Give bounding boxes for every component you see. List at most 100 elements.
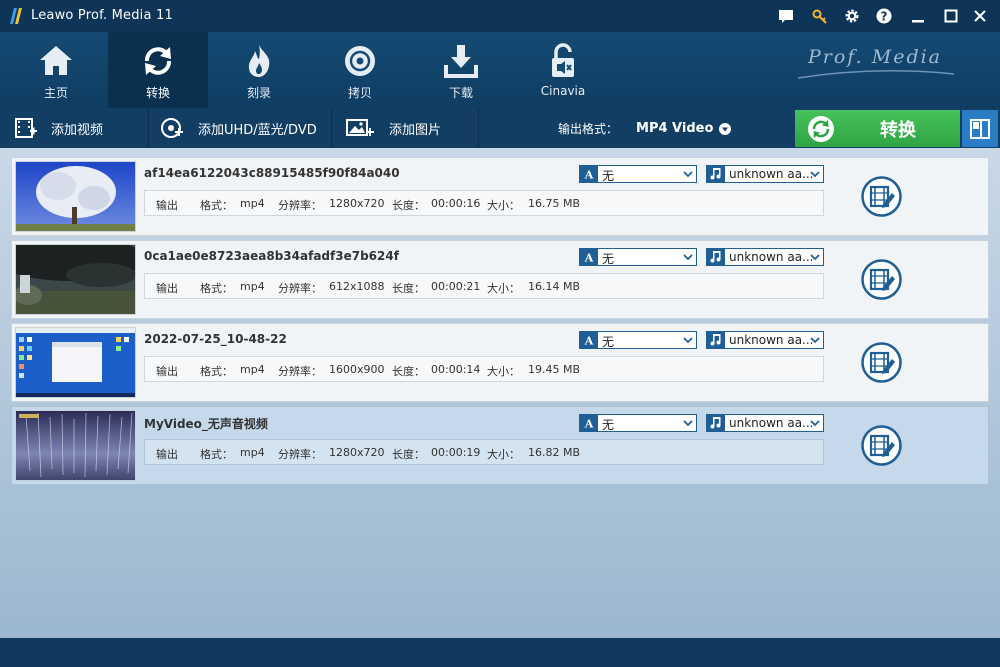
key-icon[interactable] <box>810 6 830 26</box>
add-uhd-label: 添加UHD/蓝光/DVD <box>198 122 317 138</box>
burn-icon <box>248 45 270 77</box>
format-label: 格式： <box>200 365 233 378</box>
subtitle-value: 无 <box>602 418 615 432</box>
subtitle-icon: A <box>580 415 598 431</box>
file-row[interactable]: 2022-07-25_10-48-22 A 无 unknown aa... 输出… <box>11 323 989 402</box>
format-label: 格式： <box>200 199 233 212</box>
nav-home[interactable]: 主页 <box>6 32 106 108</box>
video-thumbnail[interactable] <box>15 327 136 398</box>
audio-value: unknown aa... <box>729 167 814 181</box>
disc-copy-icon <box>345 46 375 76</box>
resolution-label: 分辨率： <box>278 199 322 212</box>
nav-copy[interactable]: 拷贝 <box>310 32 410 108</box>
file-name: af14ea6122043c88915485f90f84a040 <box>144 166 400 180</box>
minimize-icon[interactable] <box>908 6 928 26</box>
add-uhd-button[interactable]: 添加UHD/蓝光/DVD <box>160 108 317 148</box>
duration-label: 长度： <box>392 199 425 212</box>
chat-icon[interactable] <box>776 6 796 26</box>
subtitle-value: 无 <box>602 252 615 266</box>
output-format-selector[interactable]: 输出格式： MP4 Video <box>558 120 732 137</box>
output-label: 输出 <box>156 282 178 295</box>
format-value: mp4 <box>240 197 265 210</box>
audio-select[interactable]: unknown aa... <box>706 331 824 349</box>
nav-convert[interactable]: 转换 <box>108 32 208 108</box>
audio-select[interactable]: unknown aa... <box>706 248 824 266</box>
chevron-down-icon <box>810 337 820 344</box>
cinavia-icon <box>552 43 574 77</box>
app-title: Leawo Prof. Media 11 <box>31 8 173 23</box>
file-row[interactable]: MyVideo_无声音视频 A 无 unknown aa... 输出 格式： m… <box>11 406 989 485</box>
subtitle-select[interactable]: A 无 <box>579 165 697 183</box>
layout-toggle-button[interactable] <box>962 110 998 147</box>
nav-cinavia-label: Cinavia <box>540 84 586 98</box>
format-label: 格式： <box>200 282 233 295</box>
file-info: 输出 格式： mp4 分辨率： 612x1088 长度： 00:00:21 大小… <box>144 273 824 299</box>
nav-burn-label: 刻录 <box>246 86 271 100</box>
video-thumbnail[interactable] <box>15 161 136 232</box>
duration-label: 长度： <box>392 448 425 461</box>
subtitle-icon: A <box>580 249 598 265</box>
size-value: 19.45 MB <box>528 363 581 376</box>
convert-icon <box>145 47 171 75</box>
subtitle-value: 无 <box>602 169 615 183</box>
resolution-label: 分辨率： <box>278 448 322 461</box>
output-format-value: MP4 Video <box>636 121 714 136</box>
svg-text:A: A <box>584 169 594 181</box>
edit-video-icon[interactable] <box>861 342 902 383</box>
audio-value: unknown aa... <box>729 416 814 430</box>
subtitle-value: 无 <box>602 335 615 349</box>
subtitle-icon: A <box>580 166 598 182</box>
edit-video-icon[interactable] <box>861 425 902 466</box>
svg-text:A: A <box>584 252 594 264</box>
file-row[interactable]: af14ea6122043c88915485f90f84a040 A 无 unk… <box>11 157 989 236</box>
nav-download-label: 下载 <box>448 86 473 100</box>
convert-button-label: 转换 <box>880 119 916 141</box>
audio-value: unknown aa... <box>729 333 814 347</box>
chevron-down-icon <box>683 254 693 261</box>
edit-video-icon[interactable] <box>861 176 902 217</box>
format-value: mp4 <box>240 280 265 293</box>
chevron-down-icon <box>683 420 693 427</box>
music-note-icon <box>707 166 725 182</box>
video-thumbnail[interactable] <box>15 244 136 315</box>
nav-cinavia[interactable]: Cinavia <box>513 32 613 108</box>
format-label: 格式： <box>200 448 233 461</box>
resolution-value: 1280x720 <box>329 197 385 210</box>
audio-select[interactable]: unknown aa... <box>706 165 824 183</box>
gear-icon[interactable] <box>842 6 862 26</box>
video-thumbnail[interactable] <box>15 410 136 481</box>
svg-text:?: ? <box>881 10 888 24</box>
subtitle-select[interactable]: A 无 <box>579 331 697 349</box>
resolution-value: 612x1088 <box>329 280 385 293</box>
size-label: 大小： <box>487 365 520 378</box>
add-image-icon <box>346 119 374 136</box>
subtitle-select[interactable]: A 无 <box>579 248 697 266</box>
file-row[interactable]: 0ca1ae0e8723aea8b34afadf3e7b624f A 无 unk… <box>11 240 989 319</box>
toolbar-divider <box>148 108 149 148</box>
nav-download[interactable]: 下载 <box>411 32 511 108</box>
add-video-button[interactable]: 添加视频 <box>15 108 103 148</box>
duration-value: 00:00:19 <box>431 446 481 459</box>
add-image-button[interactable]: 添加图片 <box>346 108 441 148</box>
size-value: 16.75 MB <box>528 197 581 210</box>
file-name: MyVideo_无声音视频 <box>144 417 268 431</box>
convert-button[interactable]: 转换 <box>795 110 960 147</box>
file-list: af14ea6122043c88915485f90f84a040 A 无 unk… <box>0 148 1000 638</box>
close-icon[interactable] <box>970 6 990 26</box>
output-label: 输出 <box>156 199 178 212</box>
edit-video-icon[interactable] <box>861 259 902 300</box>
nav-burn[interactable]: 刻录 <box>209 32 309 108</box>
file-name: 0ca1ae0e8723aea8b34afadf3e7b624f <box>144 249 399 263</box>
resolution-value: 1280x720 <box>329 446 385 459</box>
nav-home-label: 主页 <box>43 86 68 100</box>
chevron-down-icon <box>683 171 693 178</box>
audio-value: unknown aa... <box>729 250 814 264</box>
add-video-label: 添加视频 <box>51 122 104 138</box>
maximize-icon[interactable] <box>941 6 961 26</box>
toolbar-divider <box>331 108 332 148</box>
audio-select[interactable]: unknown aa... <box>706 414 824 432</box>
size-label: 大小： <box>487 282 520 295</box>
add-disc-icon <box>161 118 183 138</box>
subtitle-select[interactable]: A 无 <box>579 414 697 432</box>
help-icon[interactable]: ? <box>874 6 894 26</box>
